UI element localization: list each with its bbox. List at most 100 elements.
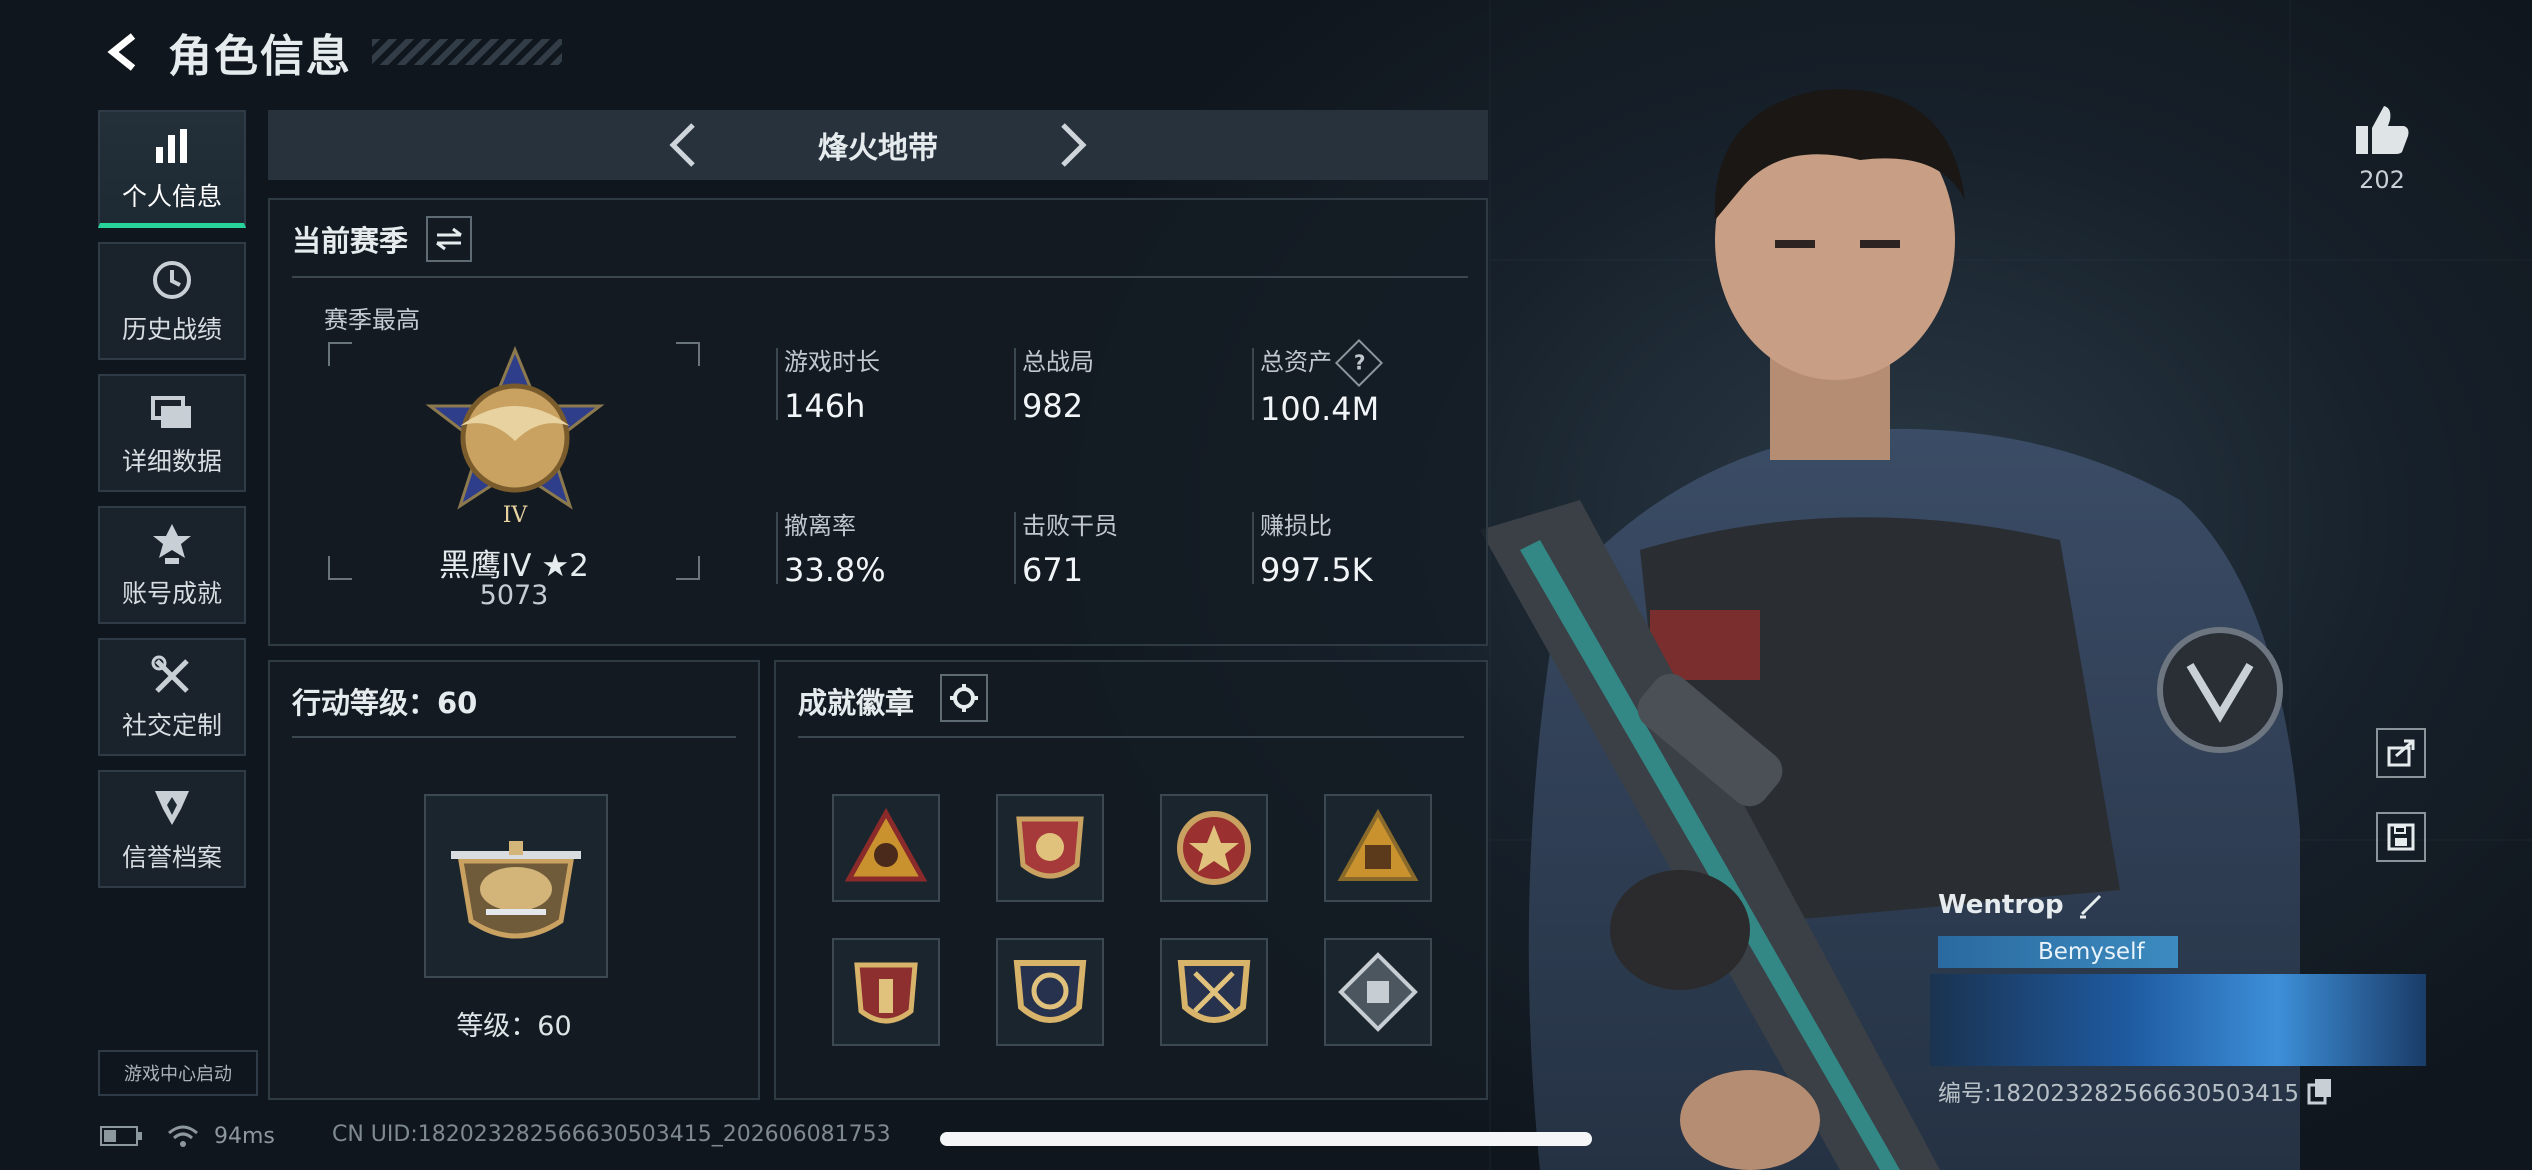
badge-settings-button[interactable]: [940, 674, 988, 722]
stat-value: 146h: [784, 387, 866, 425]
badge-8-icon: [1338, 952, 1418, 1032]
swap-icon: [436, 227, 462, 251]
bar-chart-icon: [152, 123, 192, 171]
page-header: 角色信息: [96, 22, 562, 82]
sidebar-item-label: 个人信息: [121, 181, 222, 211]
sidebar-item-social[interactable]: 社交定制: [98, 638, 246, 756]
badge-5-icon: [854, 962, 918, 1024]
sidebar-item-achievements[interactable]: 账号成就: [98, 506, 246, 624]
player-name: Wentrop: [1938, 890, 2064, 920]
share-button[interactable]: [2376, 728, 2426, 778]
sidebar-item-history[interactable]: 历史战绩: [98, 242, 246, 360]
badge-slot[interactable]: [1160, 794, 1268, 902]
divider: [292, 736, 736, 738]
stat-value: 982: [1022, 387, 1084, 425]
help-button[interactable]: ?: [1334, 338, 1384, 388]
medal-icon: [151, 520, 193, 568]
sidebar-item-reputation[interactable]: 信誉档案: [98, 770, 246, 888]
mode-title: 烽火地带: [818, 131, 938, 166]
achievement-badges-panel: 成就徽章: [774, 660, 1488, 1100]
rank-score: 5073: [479, 580, 549, 611]
stat-total-assets: 总资产? 100.4M: [1251, 338, 1384, 428]
like-button[interactable]: 202: [2352, 104, 2412, 194]
badge-slot[interactable]: [1324, 794, 1432, 902]
player-card: Wentrop Bemyself: [1930, 890, 2426, 1070]
stat-value: 33.8%: [784, 551, 886, 589]
badge-slot[interactable]: [832, 938, 940, 1046]
player-id: 编号:182023282566630503415: [1938, 1081, 2300, 1107]
back-button[interactable]: [96, 25, 150, 79]
player-name-row: Wentrop: [1938, 890, 2106, 920]
mode-next-button[interactable]: [1048, 120, 1098, 170]
rank-emblem-icon: IV: [425, 346, 605, 528]
game-center-launch-button[interactable]: 游戏中心启动: [98, 1050, 258, 1096]
sidebar-item-label: 社交定制: [121, 711, 222, 740]
badge-6-icon: [1013, 960, 1087, 1023]
season-panel: 当前赛季 赛季最高 IV 黑鹰IV ★2 5073 游戏时长 146h 总战局 …: [268, 198, 1488, 646]
sidebar-item-detailed-data[interactable]: 详细数据: [98, 374, 246, 492]
status-bar: 94ms: [100, 1120, 275, 1152]
stat-key: 总资产: [1260, 348, 1332, 376]
badge-2-icon: [1016, 816, 1084, 879]
mode-switcher: 烽火地带: [268, 110, 1488, 180]
season-best-label: 赛季最高: [324, 306, 420, 334]
stat-key: 总战局: [1022, 348, 1094, 376]
badge-1-icon: [844, 807, 928, 882]
sidebar-item-label: 账号成就: [121, 579, 222, 608]
stat-value: 671: [1022, 551, 1084, 589]
badge-slot[interactable]: [1160, 938, 1268, 1046]
chevron-left-icon: [669, 123, 695, 167]
badges-title: 成就徽章: [798, 686, 915, 720]
season-switch-button[interactable]: [426, 216, 473, 262]
divider: [798, 736, 1464, 738]
badge-7-icon: [1177, 960, 1251, 1023]
player-tag: Bemyself: [1938, 936, 2178, 968]
badge-slot[interactable]: [996, 938, 1104, 1046]
stat-key: 撤离率: [784, 512, 856, 540]
question-icon: ?: [1353, 350, 1366, 375]
player-id-row: 编号:182023282566630503415: [1938, 1074, 2333, 1108]
badge-3-icon: [1177, 811, 1251, 885]
save-button[interactable]: [2376, 812, 2426, 862]
stat-profit-ratio: 赚损比 997.5K: [1252, 506, 1373, 589]
copy-icon[interactable]: [2307, 1077, 2333, 1105]
level-badge[interactable]: [424, 794, 608, 978]
edit-pencil-icon[interactable]: [2076, 890, 2106, 920]
action-level-panel: 行动等级：60 等级：60: [268, 660, 760, 1100]
svg-text:IV: IV: [503, 503, 529, 528]
shield-icon: [151, 784, 193, 832]
sidebar-item-label: 详细数据: [121, 447, 222, 476]
action-level-title: 行动等级：60: [292, 686, 478, 720]
stat-key: 击败干员: [1022, 512, 1118, 540]
badge-slot[interactable]: [996, 794, 1104, 902]
stat-operators-defeated: 击败干员 671: [1014, 506, 1118, 589]
helicopter-emblem-icon: [451, 841, 581, 939]
mode-prev-button[interactable]: [658, 120, 708, 170]
stat-extraction-rate: 撤离率 33.8%: [776, 506, 886, 589]
season-label: 当前赛季: [292, 224, 409, 258]
like-count: 202: [2359, 166, 2405, 194]
player-banner: [1930, 974, 2426, 1066]
home-indicator[interactable]: [940, 1132, 1592, 1146]
stat-playtime: 游戏时长 146h: [776, 342, 880, 425]
page-title: 角色信息: [168, 31, 352, 82]
stat-value: 100.4M: [1260, 390, 1380, 428]
ping-value: 94ms: [214, 1123, 275, 1149]
launch-label: 游戏中心启动: [124, 1064, 232, 1085]
tools-icon: [151, 652, 193, 700]
badge-slot[interactable]: [832, 794, 940, 902]
share-icon: [2387, 739, 2415, 767]
battery-icon: [100, 1126, 142, 1146]
divider: [292, 276, 1468, 278]
gear-icon: [950, 684, 978, 712]
player-tag-text: Bemyself: [2038, 939, 2145, 965]
back-arrow-icon: [107, 33, 136, 71]
badge-4-icon: [1337, 808, 1419, 881]
badge-slot[interactable]: [1324, 938, 1432, 1046]
chevron-right-icon: [1061, 123, 1087, 167]
sidebar-item-personal-info[interactable]: 个人信息: [98, 110, 246, 228]
stat-value: 997.5K: [1260, 551, 1373, 589]
uid-text: CN UID:182023282566630503415_20260608175…: [332, 1122, 891, 1147]
stat-key: 赚损比: [1260, 512, 1332, 540]
sidebar-item-label: 历史战绩: [121, 315, 222, 344]
